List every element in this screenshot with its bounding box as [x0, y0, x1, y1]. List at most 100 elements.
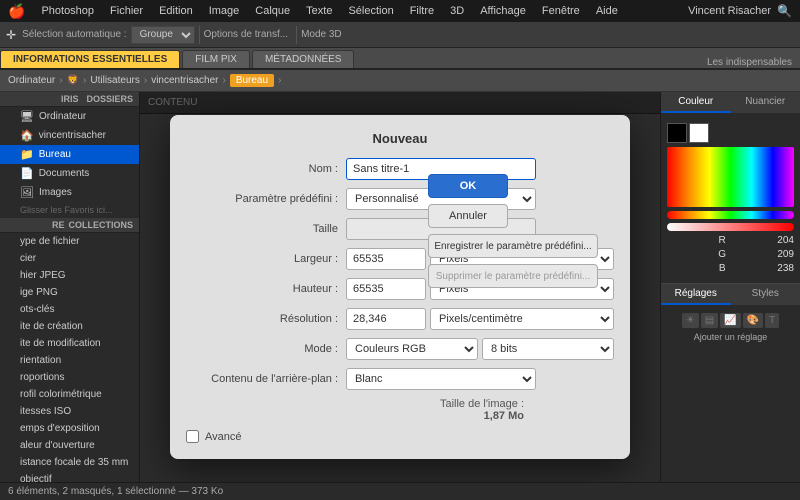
sidebar-item-ordinateur[interactable]: 🖥 Ordinateur: [0, 107, 139, 126]
menu-image[interactable]: Image: [201, 0, 248, 22]
sidebar-item-user[interactable]: 🏠 vincentrisacher: [0, 126, 139, 145]
sidebar-item-images[interactable]: 🖼 Images: [0, 183, 139, 202]
col-label: hier JPEG: [20, 270, 66, 281]
sat-slider[interactable]: [667, 223, 794, 231]
breadcrumb-utilisateurs[interactable]: Utilisateurs: [90, 75, 139, 86]
menu-aide[interactable]: Aide: [588, 0, 626, 22]
btn-ok[interactable]: OK: [428, 174, 508, 198]
sidebar-item-drag-here: Glisser les Favoris ici...: [0, 202, 139, 218]
sidebar-item-documents[interactable]: 📄 Documents: [0, 164, 139, 183]
sidebar-col-jpeg[interactable]: hier JPEG: [0, 267, 139, 284]
menu-filtre[interactable]: Filtre: [402, 0, 442, 22]
computer-icon: 🖥: [20, 110, 34, 123]
btn-save-preset[interactable]: Enregistrer le paramètre prédéfini...: [428, 234, 598, 258]
breadcrumb-sep-2: ›: [83, 75, 86, 86]
b-value-row: B 238: [667, 263, 794, 274]
sidebar-col-iso[interactable]: itesses ISO: [0, 403, 139, 420]
sidebar-col-orient[interactable]: rientation: [0, 352, 139, 369]
sidebar-col-creation[interactable]: ite de création: [0, 318, 139, 335]
btn-cancel[interactable]: Annuler: [428, 204, 508, 228]
folder-icon: 📁: [20, 148, 34, 161]
text-icon[interactable]: T: [765, 313, 779, 328]
sidebar-col-cier[interactable]: cier: [0, 250, 139, 267]
tab-film-pix[interactable]: FILM PIX: [182, 50, 250, 68]
toolbar-move-icon: ✛: [6, 28, 16, 42]
sidebar-col-ouverture[interactable]: aleur d'ouverture: [0, 437, 139, 454]
apple-logo[interactable]: 🍎: [0, 3, 33, 20]
depth-select[interactable]: 8 bits: [482, 338, 614, 360]
col-label: ite de création: [20, 321, 83, 332]
height-input[interactable]: [346, 278, 426, 300]
menu-selection[interactable]: Sélection: [340, 0, 401, 22]
breadcrumb-bureau[interactable]: Bureau: [230, 74, 274, 87]
levels-icon[interactable]: ▤: [701, 313, 718, 328]
resolution-label: Résolution :: [186, 313, 346, 325]
sidebar-item-bureau[interactable]: 📁 Bureau: [0, 145, 139, 164]
resolution-unit-select[interactable]: Pixels/centimètre: [430, 308, 614, 330]
bg-select[interactable]: Blanc: [346, 368, 536, 390]
hue-slider[interactable]: [667, 211, 794, 219]
dialog-resolution-row: Résolution : Pixels/centimètre: [186, 308, 614, 330]
col-label: roportions: [20, 372, 64, 383]
menu-fichier[interactable]: Fichier: [102, 0, 151, 22]
tab-couleur[interactable]: Couleur: [661, 92, 731, 113]
name-label: Nom :: [186, 163, 346, 175]
sidebar-col-type[interactable]: ype de fichier: [0, 233, 139, 250]
dialog-title: Nouveau: [186, 131, 614, 146]
right-panel: Couleur Nuancier R 204 G 209 B 238: [660, 92, 800, 482]
mode-select[interactable]: Couleurs RGB: [346, 338, 478, 360]
col-label: istance focale de 35 mm: [20, 457, 128, 468]
sidebar-col-mots[interactable]: ots-clés: [0, 301, 139, 318]
breadcrumb-ordinateur[interactable]: Ordinateur: [8, 75, 55, 86]
breadcrumb-lion[interactable]: 🦁: [67, 75, 79, 86]
tab-nuancier[interactable]: Nuancier: [731, 92, 800, 113]
breadcrumb: Ordinateur › 🦁 › Utilisateurs › vincentr…: [0, 70, 800, 92]
menu-photoshop[interactable]: Photoshop: [33, 0, 102, 22]
col-label: cier: [20, 253, 36, 264]
status-info: 6 éléments, 2 masqués, 1 sélectionné — 3…: [8, 486, 223, 497]
auto-select-label: Sélection automatique :: [22, 29, 127, 40]
main-area: IRIS DOSSIERS 🖥 Ordinateur 🏠 vincentrisa…: [0, 92, 800, 482]
menu-calque[interactable]: Calque: [247, 0, 298, 22]
sidebar-col-png[interactable]: ige PNG: [0, 284, 139, 301]
mode-label: Mode :: [186, 343, 346, 355]
ajouter-reglage: Ajouter un réglage: [665, 332, 796, 342]
sidebar-col-focale[interactable]: istance focale de 35 mm: [0, 454, 139, 471]
breadcrumb-user[interactable]: vincentrisacher: [151, 75, 218, 86]
width-input[interactable]: [346, 248, 426, 270]
search-icon[interactable]: 🔍: [777, 4, 792, 18]
menu-texte[interactable]: Texte: [298, 0, 340, 22]
sidebar-col-objectif[interactable]: objectif: [0, 471, 139, 482]
sidebar-col-expo[interactable]: emps d'exposition: [0, 420, 139, 437]
tab-styles[interactable]: Styles: [731, 284, 800, 305]
collections-label2: COLLECTIONS: [69, 220, 134, 230]
menu-3d[interactable]: 3D: [442, 0, 472, 22]
home-icon: 🏠: [20, 129, 34, 142]
sidebar-item-label: Documents: [39, 168, 90, 179]
tab-metadonnees[interactable]: MÉTADONNÉES: [252, 50, 355, 68]
menu-fenetre[interactable]: Fenêtre: [534, 0, 588, 22]
toolbar-separator: [199, 26, 200, 44]
dialog-buttons: OK Annuler Enregistrer le paramètre préd…: [428, 174, 598, 288]
brightness-icon[interactable]: ☀: [682, 313, 699, 328]
sidebar-item-label: vincentrisacher: [39, 130, 106, 141]
group-select[interactable]: Groupe: [131, 26, 195, 44]
sidebar-col-prop[interactable]: roportions: [0, 369, 139, 386]
curves-icon[interactable]: 📈: [720, 313, 740, 328]
resolution-input[interactable]: [346, 308, 426, 330]
tab-reglages[interactable]: Réglages: [661, 284, 731, 305]
width-label: Largeur :: [186, 253, 346, 265]
bg-color-box[interactable]: [689, 123, 709, 143]
tab-informations-essentielles[interactable]: INFORMATIONS ESSENTIELLES: [0, 50, 180, 68]
sidebar-col-profil[interactable]: rofil colorimétrique: [0, 386, 139, 403]
g-value: 209: [777, 249, 794, 260]
menu-edition[interactable]: Edition: [151, 0, 201, 22]
avance-checkbox[interactable]: [186, 430, 199, 443]
statusbar: 6 éléments, 2 masqués, 1 sélectionné — 3…: [0, 482, 800, 500]
menu-affichage[interactable]: Affichage: [472, 0, 534, 22]
fg-color-box[interactable]: [667, 123, 687, 143]
saturation-icon[interactable]: 🎨: [743, 313, 763, 328]
dialog-content: OK Annuler Enregistrer le paramètre préd…: [186, 158, 614, 443]
btn-delete-preset[interactable]: Supprimer le paramètre prédéfini...: [428, 264, 598, 288]
sidebar-col-modif[interactable]: ite de modification: [0, 335, 139, 352]
